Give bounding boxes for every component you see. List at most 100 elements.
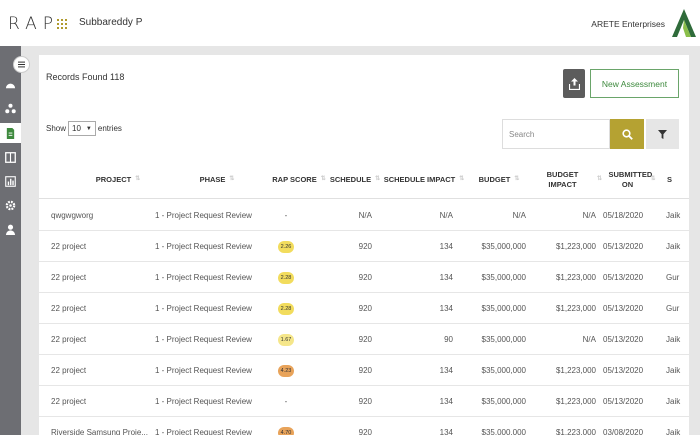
column-header-project[interactable]: PROJECT ⇅ (77, 161, 159, 199)
project-cell: 22 project (51, 335, 87, 344)
brand-logo-icon (672, 9, 696, 37)
entries-value: 10 (72, 124, 81, 133)
bar-chart-icon[interactable] (4, 175, 17, 188)
phase-cell: 1 - Project Request Review (155, 366, 252, 375)
s-cell: Gur (666, 304, 680, 313)
phase-cell: 1 - Project Request Review (155, 428, 252, 435)
budget-cell: $35,000,000 (481, 428, 527, 435)
menu-icon (18, 63, 25, 66)
submitted-cell: 05/13/2020 (603, 242, 644, 251)
rap-score-badge: 2.28 (278, 302, 294, 315)
schedule-impact-cell: 134 (439, 273, 453, 282)
phase-cell: 1 - Project Request Review (155, 211, 252, 220)
phase-cell: 1 - Project Request Review (155, 242, 252, 251)
table-row[interactable]: Riverside Samsung Proje... 1 - Project Re… (39, 417, 689, 435)
columns-icon[interactable] (4, 151, 17, 164)
table-header: PROJECT ⇅ PHASE ⇅ RAP SCORE ⇅ SCHEDULE ⇅ SCH… (39, 161, 689, 199)
column-header-budget-impact[interactable]: BUDGET IMPACT ⇅ (532, 161, 602, 199)
s-cell: Jaik (666, 335, 681, 344)
gear-icon[interactable] (4, 199, 17, 212)
phase-cell: 1 - Project Request Review (155, 335, 252, 344)
rap-score-badge: 1.67 (278, 333, 294, 346)
table-row[interactable]: 22 project 1 - Project Request Review 4.23… (39, 355, 689, 386)
schedule-impact-cell: 134 (439, 397, 453, 406)
table-row[interactable]: 22 project 1 - Project Request Review - 920… (39, 386, 689, 417)
project-cell: 22 project (51, 304, 87, 313)
filter-icon (658, 129, 667, 139)
caret-down-icon: ▼ (85, 125, 92, 132)
rap-score-cell: 4.23 (264, 355, 308, 386)
budget-impact-cell: N/A (582, 211, 596, 220)
sort-icon: ⇅ (320, 176, 326, 183)
submitted-cell: 05/13/2020 (603, 304, 644, 313)
rap-score-cell: 4.70 (264, 417, 308, 435)
sidebar (0, 46, 21, 435)
sort-icon: ⇅ (650, 176, 656, 183)
budget-impact-cell: N/A (582, 335, 596, 344)
project-cell: qwgwgworg (51, 211, 94, 220)
schedule-impact-cell: 134 (439, 428, 453, 435)
submitted-cell: 05/18/2020 (603, 211, 644, 220)
apps-grid-icon[interactable] (57, 19, 67, 29)
column-header-schedule-impact[interactable]: SCHEDULE IMPACT ⇅ (383, 161, 465, 199)
column-header-rap-score[interactable]: RAP SCORE ⇅ (264, 161, 334, 199)
page-length-control: Show 10 ▼ entries (46, 121, 122, 136)
column-header-s[interactable]: S (667, 161, 687, 199)
rap-score-cell: 2.26 (264, 231, 308, 262)
budget-cell: $35,000,000 (481, 366, 527, 375)
table-row[interactable]: 22 project 1 - Project Request Review 2.28… (39, 262, 689, 293)
user-icon[interactable] (4, 223, 17, 236)
rap-score-badge: 2.28 (278, 271, 294, 284)
sort-icon: ⇅ (375, 176, 381, 183)
new-assessment-button[interactable]: New Assessment (590, 69, 679, 98)
schedule-impact-cell: 134 (439, 366, 453, 375)
table-row[interactable]: 22 project 1 - Project Request Review 2.28… (39, 293, 689, 324)
entries-select[interactable]: 10 ▼ (68, 121, 96, 136)
schedule-cell: 920 (358, 242, 372, 251)
budget-impact-cell: $1,223,000 (555, 428, 596, 435)
dashboard-icon[interactable] (4, 79, 17, 92)
search-button[interactable] (610, 119, 644, 149)
project-cell: Riverside Samsung Proje... (51, 428, 148, 435)
export-button[interactable] (563, 69, 585, 98)
filter-button[interactable] (646, 119, 679, 149)
document-icon[interactable] (0, 123, 21, 143)
s-cell: Gur (666, 273, 680, 282)
schedule-cell: N/A (358, 211, 372, 220)
project-cell: 22 project (51, 242, 87, 251)
table-row[interactable]: 22 project 1 - Project Request Review 2.26… (39, 231, 689, 262)
sort-icon: ⇅ (459, 176, 465, 183)
records-count: Records Found 118 (46, 72, 125, 82)
table-row[interactable]: 22 project 1 - Project Request Review 1.67… (39, 324, 689, 355)
sidebar-toggle-button[interactable] (13, 56, 30, 73)
schedule-cell: 920 (358, 304, 372, 313)
app-logo[interactable]: RAP (8, 14, 59, 34)
column-header-phase[interactable]: PHASE ⇅ (167, 161, 267, 199)
sort-icon: ⇅ (229, 176, 235, 183)
s-cell: Jaik (666, 366, 681, 375)
schedule-impact-cell: 90 (444, 335, 453, 344)
budget-impact-cell: $1,223,000 (555, 304, 596, 313)
schedule-cell: 920 (358, 366, 372, 375)
rap-score-cell: - (284, 211, 288, 220)
schedule-cell: 920 (358, 335, 372, 344)
sort-icon: ⇅ (514, 176, 520, 183)
rap-score-cell: 2.28 (264, 262, 308, 293)
schedule-impact-cell: N/A (439, 211, 453, 220)
budget-impact-cell: $1,223,000 (555, 397, 596, 406)
project-cell: 22 project (51, 366, 87, 375)
sitemap-icon[interactable] (4, 102, 17, 115)
s-cell: Jaik (666, 397, 681, 406)
column-header-budget[interactable]: BUDGET ⇅ (471, 161, 527, 199)
column-header-schedule[interactable]: SCHEDULE ⇅ (326, 161, 384, 199)
rap-score-badge: 4.70 (278, 426, 294, 435)
project-cell: 22 project (51, 273, 87, 282)
schedule-impact-cell: 134 (439, 242, 453, 251)
schedule-cell: 920 (358, 397, 372, 406)
table-row[interactable]: qwgwgworg 1 - Project Request Review - N/A N… (39, 200, 689, 231)
s-cell: Jaik (666, 428, 681, 435)
budget-impact-cell: $1,223,000 (555, 366, 596, 375)
column-header-submitted-on[interactable]: SUBMITTED ON ⇅ (605, 161, 659, 199)
search-input[interactable]: Search (502, 119, 610, 149)
user-name[interactable]: Subbareddy P (79, 17, 142, 28)
